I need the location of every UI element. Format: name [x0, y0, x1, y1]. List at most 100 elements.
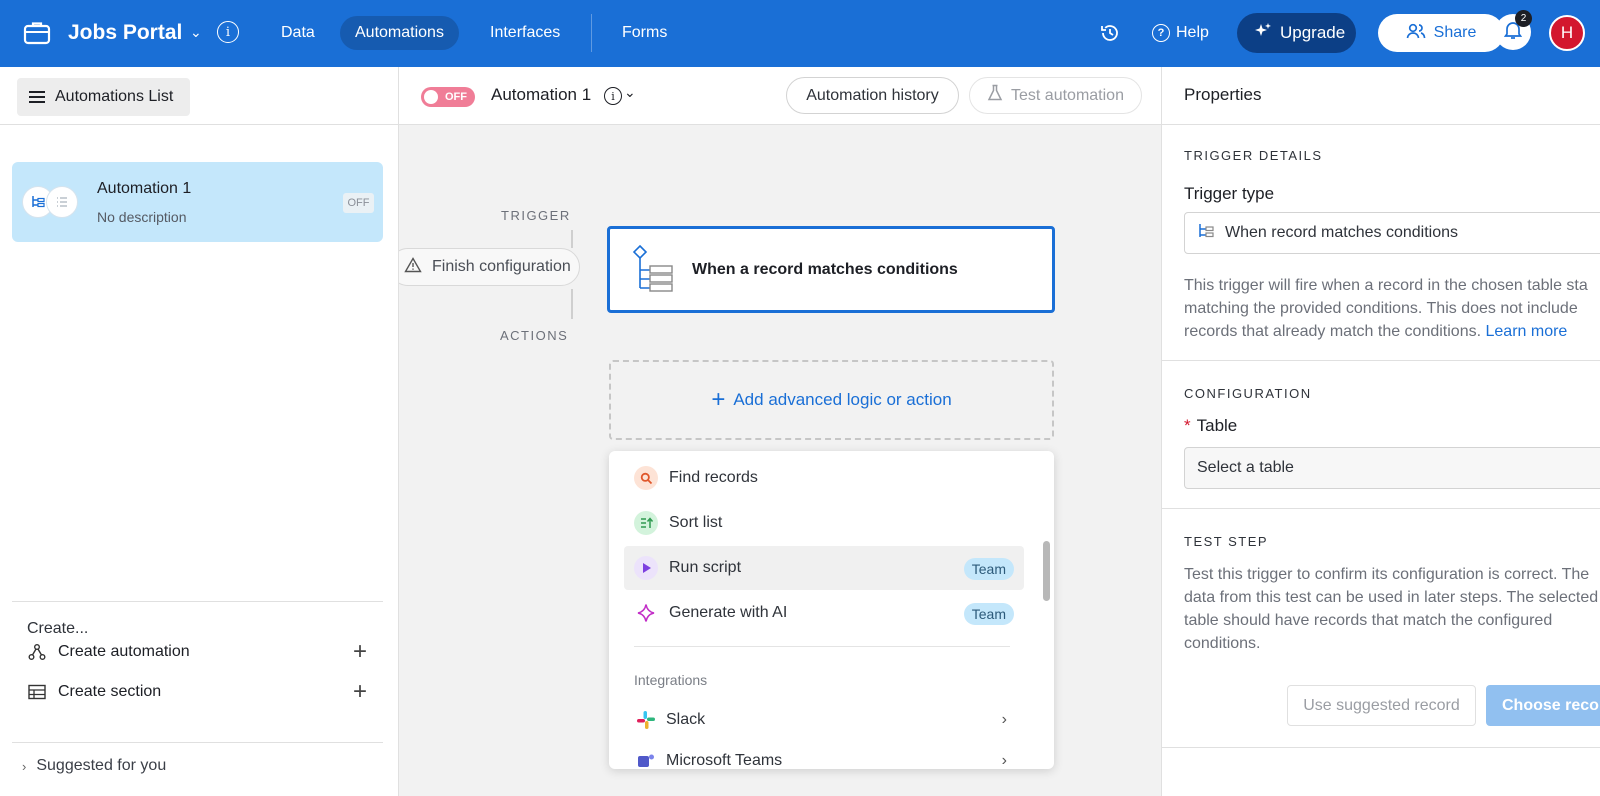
actions-label: ACTIONS	[500, 328, 569, 343]
flask-icon	[987, 84, 1003, 107]
table-label-text: Table	[1196, 416, 1238, 435]
automation-toggle[interactable]: OFF	[421, 87, 475, 107]
plus-icon[interactable]: +	[353, 638, 367, 666]
add-action-button[interactable]: + Add advanced logic or action	[609, 360, 1054, 440]
suggested-for-you-toggle[interactable]: › Suggested for you	[22, 757, 166, 775]
configuration-heading: CONFIGURATION	[1184, 386, 1312, 401]
nav-automations[interactable]: Automations	[340, 16, 459, 50]
sparkle-icon	[1253, 21, 1273, 46]
automation-title: Automation 1	[97, 180, 192, 197]
divider	[12, 742, 383, 743]
sort-icon	[634, 511, 658, 535]
automation-name[interactable]: Automation 1	[491, 85, 591, 105]
warning-icon	[404, 256, 422, 278]
create-heading: Create...	[27, 620, 89, 637]
slack-icon	[634, 708, 658, 732]
history-icon[interactable]	[1098, 21, 1122, 45]
automations-list-button[interactable]: Automations List	[17, 78, 190, 116]
finish-configuration-label: Finish configuration	[432, 258, 571, 275]
test-description-line: table should have records that match the…	[1184, 612, 1553, 629]
chevron-right-icon: ›	[1001, 752, 1007, 769]
plus-icon: +	[711, 386, 726, 413]
chevron-down-icon[interactable]: ⌄	[190, 22, 202, 42]
menu-scrollbar[interactable]	[1043, 541, 1050, 601]
trigger-type-select[interactable]: When record matches conditions	[1184, 212, 1600, 254]
record-conditions-icon	[632, 244, 678, 294]
menu-item-label: Sort list	[669, 514, 723, 531]
trigger-details-heading: TRIGGER DETAILS	[1184, 148, 1323, 163]
question-icon: ?	[1152, 24, 1170, 42]
search-icon	[634, 466, 658, 490]
plus-icon[interactable]: +	[353, 678, 367, 706]
nav-forms[interactable]: Forms	[607, 16, 682, 50]
team-badge: Team	[963, 603, 1014, 625]
upgrade-button[interactable]: Upgrade	[1237, 13, 1356, 53]
menu-item-run-script[interactable]: Run script Team	[624, 546, 1024, 590]
menu-divider	[634, 646, 1010, 647]
users-icon	[1406, 22, 1426, 45]
teams-icon	[634, 749, 658, 769]
learn-more-link[interactable]: Learn more	[1486, 323, 1568, 340]
test-automation-label: Test automation	[1011, 86, 1124, 104]
menu-item-sort-list[interactable]: Sort list	[624, 501, 1024, 545]
automation-history-button[interactable]: Automation history	[786, 77, 959, 114]
test-automation-button[interactable]: Test automation	[969, 77, 1142, 114]
automation-card[interactable]: Automation 1 No description OFF	[12, 162, 383, 242]
nav-interfaces[interactable]: Interfaces	[475, 16, 575, 50]
play-icon	[634, 556, 658, 580]
suggested-label: Suggested for you	[36, 757, 167, 774]
help-button[interactable]: ? Help	[1152, 18, 1209, 48]
status-badge: OFF	[343, 193, 374, 213]
use-suggested-record-button[interactable]: Use suggested record	[1287, 685, 1476, 726]
automation-card-icons	[22, 186, 78, 218]
menu-item-generate-with-ai[interactable]: Generate with AI Team	[624, 591, 1024, 635]
connector-line	[571, 230, 573, 248]
left-panel: Automations List Automation 1 No descrip…	[0, 67, 399, 796]
workflow-icon	[27, 642, 47, 662]
create-section-button[interactable]: Create section +	[27, 677, 367, 707]
menu-item-label: Slack	[666, 711, 706, 728]
info-icon[interactable]: i	[217, 21, 239, 43]
menu-item-find-records[interactable]: Find records	[624, 456, 1024, 500]
test-step-heading: TEST STEP	[1184, 534, 1269, 549]
divider	[1162, 747, 1600, 748]
toggle-label: OFF	[445, 91, 467, 103]
share-button[interactable]: Share	[1378, 14, 1504, 52]
integrations-heading: Integrations	[634, 672, 708, 688]
trigger-card[interactable]: When a record matches conditions	[607, 226, 1055, 313]
nav-data[interactable]: Data	[266, 16, 330, 50]
divider	[1162, 360, 1600, 361]
chevron-down-icon[interactable]: ⌄	[624, 84, 636, 101]
menu-item-label: Find records	[669, 469, 758, 486]
top-bar: Jobs Portal ⌄ i Data Automations Interfa…	[0, 0, 1600, 67]
help-label: Help	[1176, 24, 1209, 41]
info-icon[interactable]: i	[604, 87, 622, 105]
briefcase-icon[interactable]	[22, 18, 52, 48]
choose-record-button[interactable]: Choose recor	[1486, 685, 1600, 726]
trigger-type-label: Trigger type	[1184, 184, 1275, 203]
divider	[0, 124, 399, 125]
trigger-description-line-last: records that already match the condition…	[1184, 320, 1600, 343]
trigger-card-title: When a record matches conditions	[692, 261, 958, 278]
divider	[12, 601, 383, 602]
trigger-description: This trigger will fire when a record in …	[1184, 274, 1600, 343]
table-select[interactable]: Select a table	[1184, 447, 1600, 489]
properties-panel: Properties TRIGGER DETAILS Trigger type …	[1161, 67, 1600, 796]
sparkle-icon	[634, 601, 658, 625]
finish-configuration-button[interactable]: Finish configuration	[399, 248, 580, 286]
create-automation-button[interactable]: Create automation +	[27, 637, 367, 667]
connector-line	[571, 289, 573, 319]
menu-item-slack[interactable]: Slack ›	[624, 698, 1024, 742]
table-label: * Table	[1184, 416, 1237, 436]
upgrade-label: Upgrade	[1280, 23, 1346, 42]
nav-divider	[591, 14, 592, 52]
test-description: Test this trigger to confirm its configu…	[1184, 563, 1600, 655]
trigger-description-line: records that already match the condition…	[1184, 323, 1482, 340]
table-select-placeholder: Select a table	[1197, 459, 1294, 476]
trigger-type-value: When record matches conditions	[1225, 224, 1458, 241]
menu-item-microsoft-teams[interactable]: Microsoft Teams ›	[624, 739, 1024, 769]
app-title[interactable]: Jobs Portal	[68, 18, 182, 48]
menu-item-label: Run script	[669, 559, 742, 576]
action-menu: Find records Sort list Run script Team G…	[609, 451, 1054, 769]
avatar[interactable]: H	[1549, 15, 1585, 51]
